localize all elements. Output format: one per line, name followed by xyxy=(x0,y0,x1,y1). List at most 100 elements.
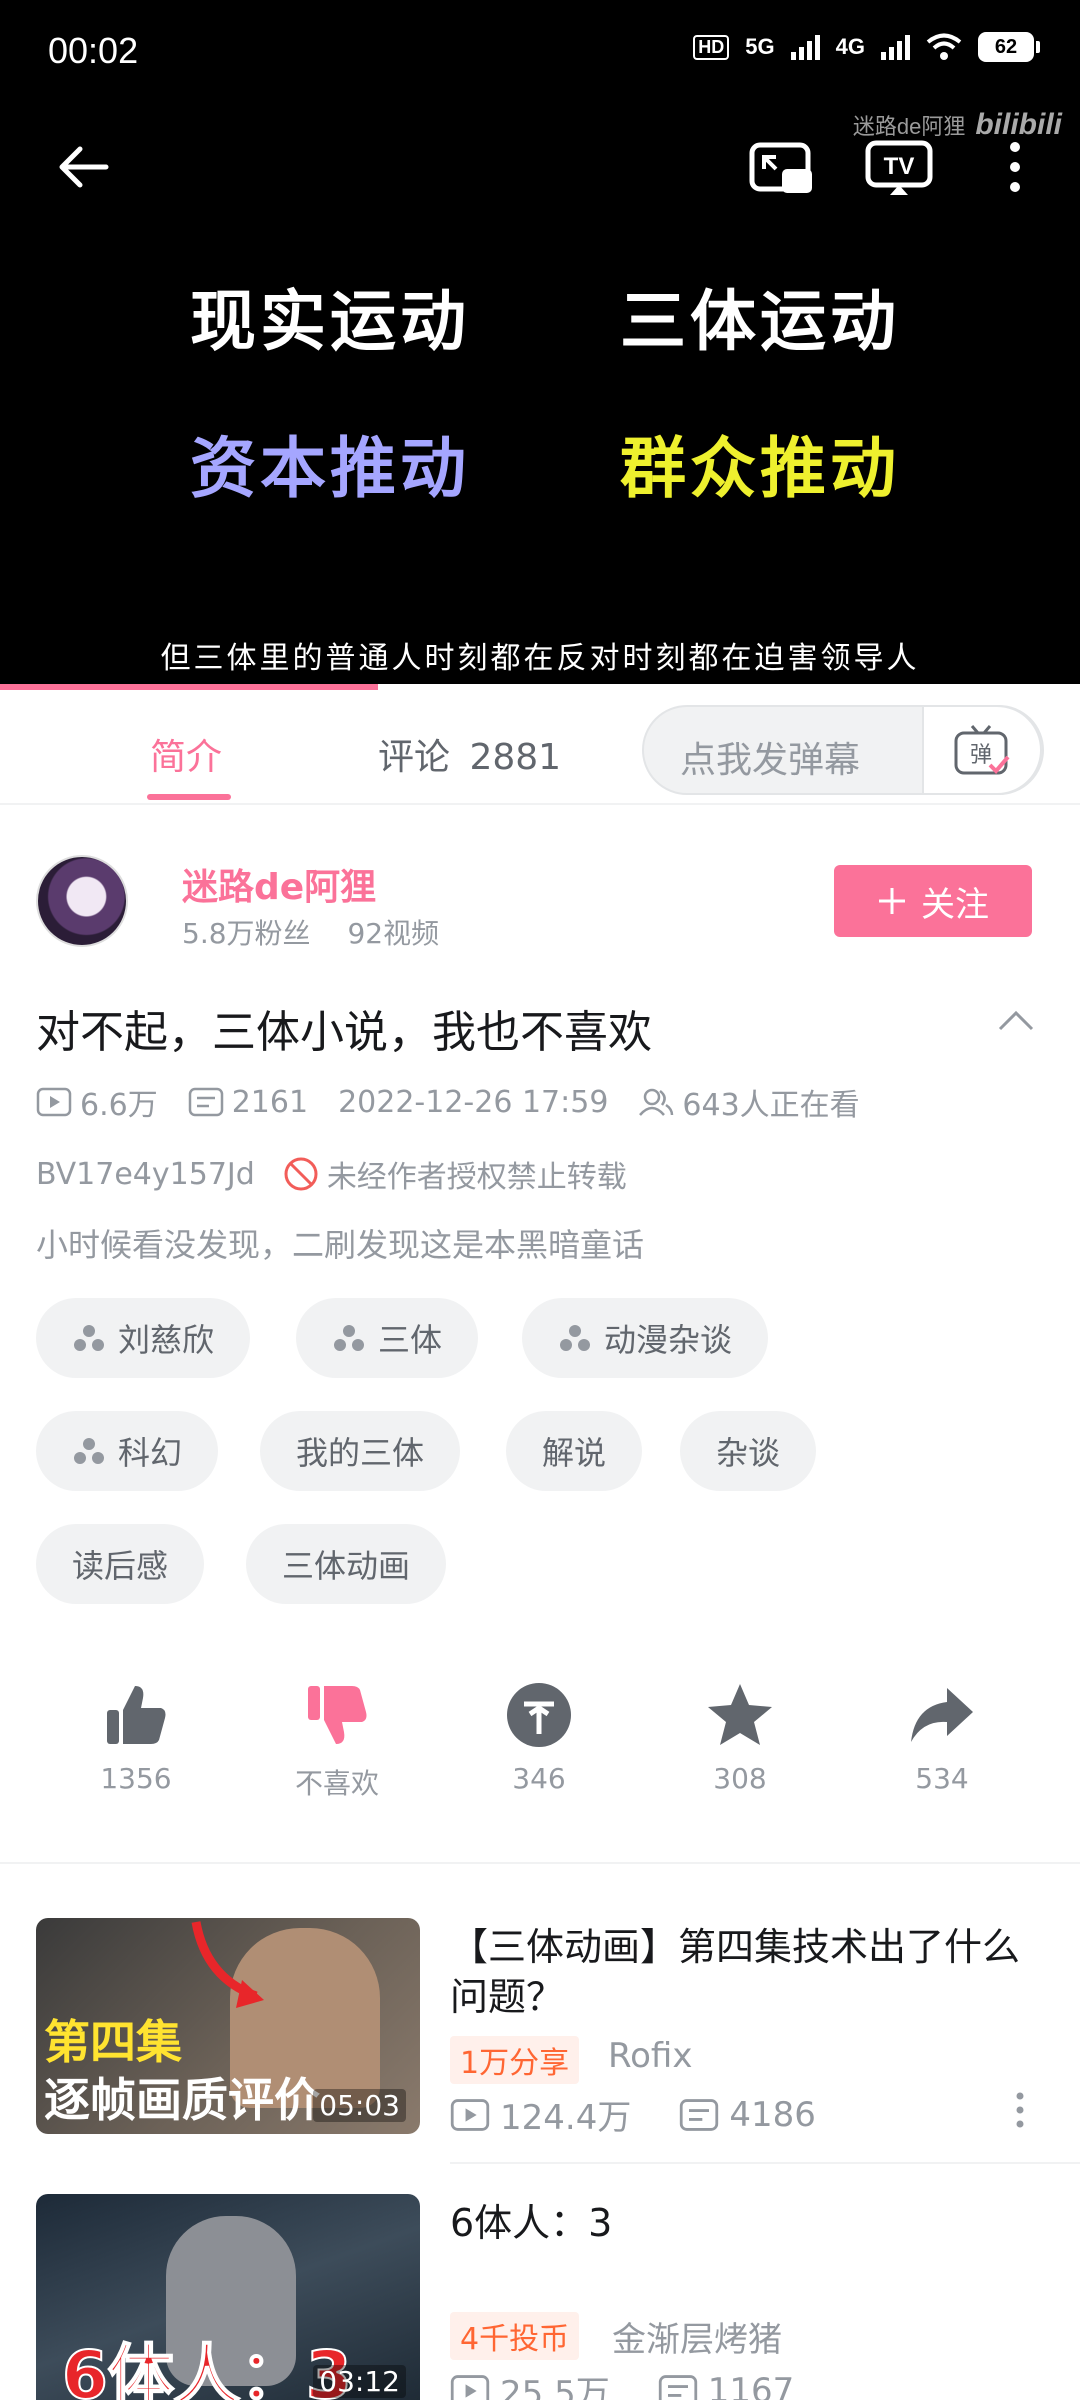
tab-intro[interactable]: 简介 xyxy=(150,728,222,780)
tag-chip[interactable]: 动漫杂谈 xyxy=(522,1298,769,1378)
rec-title[interactable]: 【三体动画】第四集技术出了什么问题？ xyxy=(450,1922,1050,2022)
publish-date: 2022-12-26 17:59 xyxy=(338,1084,609,1120)
no-repost-icon xyxy=(284,1157,318,1191)
section-divider xyxy=(0,1862,1080,1864)
tag-label: 刘慈欣 xyxy=(118,1321,215,1359)
tag-label: 三体 xyxy=(378,1321,443,1359)
dislike-button[interactable]: 不喜欢 xyxy=(277,1680,397,1802)
favorite-button[interactable]: 308 xyxy=(680,1680,800,1795)
video-subtitle: 但三体里的普通人时刻都在反对时刻都在迫害领导人 xyxy=(160,641,920,676)
picture-in-picture-icon[interactable] xyxy=(746,135,816,199)
uploader-fans: 5.8万粉丝 xyxy=(182,917,311,950)
share-button[interactable]: 534 xyxy=(882,1680,1002,1795)
thumb-caption-1: 6体人：3 xyxy=(61,2336,353,2400)
tab-comments-count: 2881 xyxy=(469,737,562,778)
status-bar: 00:02 HD 5G 4G 62 xyxy=(0,0,1080,105)
play-count-icon xyxy=(36,1087,72,1117)
thumbs-up-icon xyxy=(107,1686,166,1744)
rec-badge: 4千投币 xyxy=(450,2312,580,2360)
rec-danmaku: 1167 xyxy=(707,2370,795,2400)
battery-icon: 62 xyxy=(978,32,1040,62)
tag-chip[interactable]: 解说 xyxy=(506,1411,643,1491)
tag-chip[interactable]: 科幻 xyxy=(36,1411,219,1491)
uploader-name[interactable]: 迷路de阿狸 xyxy=(182,858,376,910)
follow-button[interactable]: 关注 xyxy=(834,865,1032,937)
thumbs-down-icon xyxy=(308,1686,367,1744)
video-player[interactable]: 00:02 HD 5G 4G 62 迷路de阿狸 bilibili TV 现实运… xyxy=(0,0,1080,690)
chevron-up-icon[interactable] xyxy=(996,1005,1036,1035)
video-caption-1: 现实运动 xyxy=(190,283,470,360)
tab-bar: 简介 评论 2881 点我发弹幕 弹 xyxy=(0,690,1080,805)
red-arrow-icon xyxy=(191,1921,264,2008)
video-duration: 03:12 xyxy=(313,2365,406,2398)
danmaku-toggle-button[interactable]: 弹 xyxy=(922,705,1042,795)
rec-title[interactable]: 6体人：3 xyxy=(450,2198,1050,2248)
uploader-stats: 5.8万粉丝 92视频 xyxy=(182,912,439,952)
rec-thumbnail[interactable]: 第四集 逐帧画质评价 05:03 xyxy=(36,1918,420,2134)
rec-author: 金渐层烤猪 xyxy=(612,2320,782,2360)
danmaku-meta: 2161 xyxy=(188,1085,308,1120)
danmaku-count-icon xyxy=(188,1087,223,1117)
views-meta: 6.6万 xyxy=(36,1080,158,1124)
tag-label: 杂谈 xyxy=(716,1434,781,1472)
video-caption-2: 三体运动 xyxy=(620,283,900,360)
status-icons: HD 5G 4G 62 xyxy=(693,32,1040,62)
rec-danmaku: 4186 xyxy=(729,2094,816,2135)
rec-stats: 25.5万 1167 xyxy=(450,2366,842,2400)
more-vertical-icon[interactable] xyxy=(1010,2090,1030,2130)
rec-views: 124.4万 xyxy=(500,2098,632,2138)
uploader-avatar[interactable] xyxy=(36,855,128,947)
video-meta: 6.6万 2161 2022-12-26 17:59 643人正在看 xyxy=(36,1080,890,1124)
play-count-icon xyxy=(450,2374,490,2400)
rec-badge: 1万分享 xyxy=(450,2036,580,2084)
tag-chip[interactable]: 三体 xyxy=(296,1298,479,1378)
danmaku-tv-icon: 弹 xyxy=(954,725,1010,775)
tag-chip[interactable]: 我的三体 xyxy=(260,1411,461,1491)
tab-comments[interactable]: 评论 2881 xyxy=(378,728,561,780)
uploader-videos: 92视频 xyxy=(347,917,440,950)
status-time: 00:02 xyxy=(48,30,139,71)
list-divider xyxy=(450,2162,1080,2164)
tag-chip[interactable]: 杂谈 xyxy=(680,1411,817,1491)
tab-comments-label: 评论 xyxy=(378,737,451,778)
date-meta: 2022-12-26 17:59 xyxy=(338,1085,608,1120)
like-button[interactable]: 1356 xyxy=(76,1680,196,1795)
tag-chip[interactable]: 读后感 xyxy=(36,1524,205,1604)
rec-views: 25.5万 xyxy=(500,2374,610,2400)
video-title: 对不起，三体小说，我也不喜欢 xyxy=(36,1007,652,1058)
signal-icon xyxy=(790,34,820,60)
tag-chip[interactable]: 三体动画 xyxy=(246,1524,447,1604)
star-icon xyxy=(708,1684,772,1745)
channel-icon xyxy=(74,1438,104,1464)
svg-text:弹: 弹 xyxy=(970,743,992,768)
people-icon xyxy=(639,1088,674,1116)
danmaku-count-icon xyxy=(658,2374,697,2400)
watching-count: 643人正在看 xyxy=(682,1088,860,1123)
coin-icon xyxy=(507,1683,571,1747)
dislike-label: 不喜欢 xyxy=(294,1767,379,1800)
tv-cast-icon[interactable]: TV xyxy=(864,135,934,199)
network-label: 5G xyxy=(745,34,775,59)
play-count-icon xyxy=(450,2098,490,2131)
danmaku-input-box[interactable]: 点我发弹幕 弹 xyxy=(642,705,1044,795)
network2-label: 4G xyxy=(835,34,865,59)
danmaku-input[interactable]: 点我发弹幕 xyxy=(680,731,860,783)
tag-label: 我的三体 xyxy=(296,1434,425,1472)
copyright-notice: 未经作者授权禁止转载 xyxy=(283,1152,627,1196)
tag-label: 解说 xyxy=(542,1434,607,1472)
coin-button[interactable]: 346 xyxy=(479,1680,599,1795)
copyright-text: 未经作者授权禁止转载 xyxy=(326,1160,627,1195)
video-description: 小时候看没发现，二刷发现这是本黑暗童话 xyxy=(36,1226,645,1264)
follow-label: 关注 xyxy=(921,884,989,925)
bv-row: BV17e4y157Jd 未经作者授权禁止转载 xyxy=(36,1152,627,1196)
more-vertical-icon[interactable] xyxy=(990,135,1040,199)
tag-chip[interactable]: 刘慈欣 xyxy=(36,1298,251,1378)
danmaku-count-icon xyxy=(680,2098,719,2131)
video-duration: 05:03 xyxy=(313,2089,406,2122)
plus-icon xyxy=(879,888,905,914)
bvid[interactable]: BV17e4y157Jd xyxy=(36,1157,255,1192)
favorite-count: 308 xyxy=(713,1762,767,1795)
back-arrow-icon[interactable] xyxy=(52,135,116,199)
rec-thumbnail[interactable]: 6体人：3 03:12 xyxy=(36,2194,420,2400)
like-count: 1356 xyxy=(100,1762,172,1795)
